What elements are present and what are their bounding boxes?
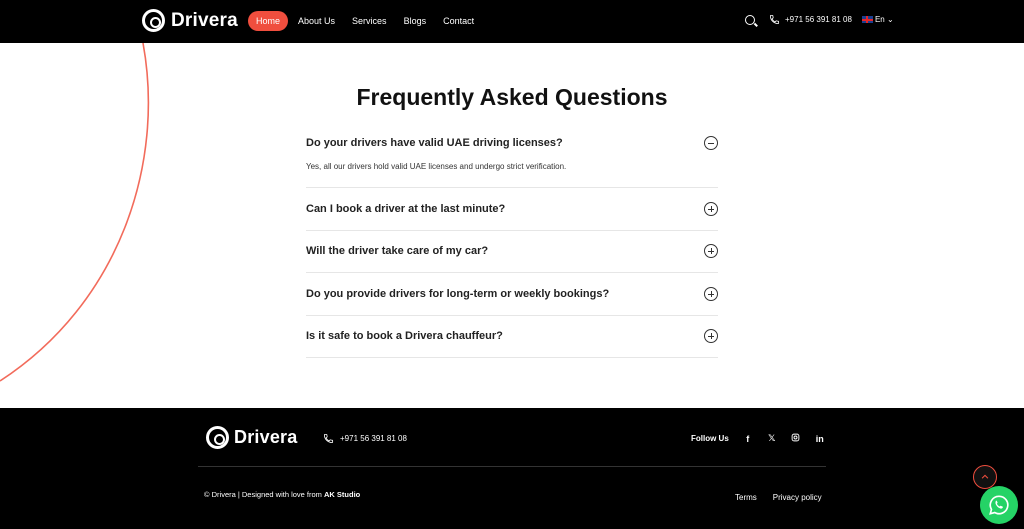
- site-footer: Drivera +971 56 391 81 08 Follow Us f 𝕏 …: [0, 408, 1024, 529]
- whatsapp-icon: [989, 495, 1009, 515]
- faq-list: Do your drivers have valid UAE driving l…: [306, 128, 718, 358]
- footer-divider: [198, 466, 826, 467]
- footer-phone[interactable]: +971 56 391 81 08: [323, 433, 407, 444]
- plus-circle-icon[interactable]: [704, 329, 718, 344]
- faq-title: Frequently Asked Questions: [356, 84, 668, 110]
- header-actions: +971 56 391 81 08 En ⌄: [745, 14, 894, 25]
- nav-home[interactable]: Home: [248, 11, 289, 31]
- copyright: © Drivera | Designed with love from AK S…: [204, 490, 360, 499]
- header-phone[interactable]: +971 56 391 81 08: [785, 15, 852, 24]
- logo-icon: [206, 426, 229, 449]
- follow-us-label: Follow Us: [691, 434, 729, 443]
- site-header: Drivera Home About Us Services Blogs Con…: [0, 0, 1024, 43]
- main-nav: Home About Us Services Blogs Contact: [248, 11, 484, 31]
- footer-phone-number: +971 56 391 81 08: [340, 434, 407, 443]
- terms-link[interactable]: Terms: [735, 493, 757, 502]
- faq-item: Can I book a driver at the last minute?: [306, 188, 718, 231]
- phone-icon: [323, 433, 334, 444]
- faq-question: Is it safe to book a Drivera chauffeur?: [306, 330, 503, 343]
- faq-item: Is it safe to book a Drivera chauffeur?: [306, 315, 718, 358]
- plus-circle-icon[interactable]: [704, 286, 718, 301]
- faq-question-toggle[interactable]: Will the driver take care of my car?: [306, 230, 718, 272]
- nav-services[interactable]: Services: [345, 12, 394, 30]
- language-selector[interactable]: En ⌄: [875, 15, 894, 24]
- faq-answer: Yes, all our drivers hold valid UAE lice…: [306, 162, 567, 171]
- facebook-icon[interactable]: f: [743, 434, 753, 444]
- language-label: En: [874, 15, 885, 24]
- footer-links: Terms Privacy policy: [735, 493, 822, 502]
- privacy-policy-link[interactable]: Privacy policy: [773, 493, 822, 502]
- plus-circle-icon[interactable]: [704, 244, 718, 259]
- scroll-to-top-button[interactable]: [973, 465, 997, 489]
- faq-question-toggle[interactable]: Do you provide drivers for long-term or …: [306, 273, 718, 315]
- brand-logo[interactable]: Drivera: [142, 9, 238, 32]
- faq-question-toggle[interactable]: Can I book a driver at the last minute?: [306, 188, 718, 230]
- footer-brand-name: Drivera: [234, 427, 298, 447]
- uk-flag-icon: [861, 16, 873, 23]
- nav-contact[interactable]: Contact: [436, 12, 481, 30]
- phone-icon: [769, 14, 780, 25]
- minus-circle-icon[interactable]: [704, 136, 718, 150]
- faq-question-toggle[interactable]: Is it safe to book a Drivera chauffeur?: [306, 315, 718, 357]
- footer-brand-logo[interactable]: Drivera: [206, 426, 297, 449]
- faq-item: Will the driver take care of my car?: [306, 230, 718, 273]
- plus-circle-icon[interactable]: [704, 201, 718, 216]
- nav-about-us[interactable]: About Us: [291, 12, 342, 30]
- faq-question: Will the driver take care of my car?: [306, 245, 489, 258]
- faq-question: Can I book a driver at the last minute?: [306, 202, 506, 215]
- x-icon[interactable]: 𝕏: [767, 433, 777, 444]
- chevron-down-icon: ⌄: [884, 15, 894, 24]
- faq-item: Do your drivers have valid UAE driving l…: [306, 128, 718, 188]
- faq-item: Do you provide drivers for long-term or …: [306, 273, 718, 316]
- faq-question: Do your drivers have valid UAE driving l…: [306, 137, 563, 149]
- studio-link[interactable]: AK Studio: [324, 490, 360, 499]
- faq-question: Do you provide drivers for long-term or …: [306, 287, 610, 300]
- nav-blogs[interactable]: Blogs: [397, 12, 434, 30]
- faq-question-toggle[interactable]: Do your drivers have valid UAE driving l…: [306, 128, 718, 158]
- whatsapp-button[interactable]: [980, 486, 1018, 524]
- chevron-up-icon: [981, 474, 989, 479]
- instagram-icon[interactable]: [791, 433, 801, 444]
- linkedin-icon[interactable]: in: [815, 434, 825, 444]
- brand-name: Drivera: [171, 9, 238, 31]
- logo-icon: [142, 9, 165, 32]
- search-icon[interactable]: [745, 14, 755, 25]
- copyright-text: © Drivera | Designed with love from: [204, 490, 325, 499]
- follow-us: Follow Us f 𝕏 in: [691, 433, 825, 444]
